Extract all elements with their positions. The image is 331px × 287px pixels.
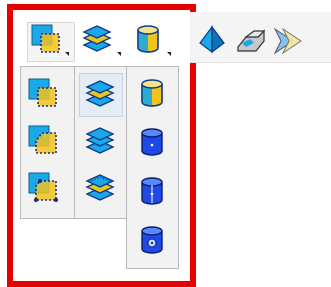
stepped-solid-icon[interactable]: [236, 25, 266, 55]
chevron-down-icon[interactable]: [167, 52, 171, 56]
region-offset-icon: [31, 24, 61, 54]
layered-stack-icon[interactable]: [82, 24, 112, 54]
chevron-down-icon[interactable]: [117, 52, 121, 56]
arrow-shape-icon[interactable]: [273, 25, 303, 55]
cylinder-face-icon[interactable]: [133, 24, 163, 54]
layered-stack-outline-icon[interactable]: [85, 173, 115, 203]
layered-stack-icon[interactable]: [85, 79, 115, 109]
region-corner-icon[interactable]: [28, 172, 58, 202]
cylinder-axis-icon[interactable]: [137, 176, 167, 206]
cylinder-end-icon[interactable]: [137, 225, 167, 255]
chevron-down-icon[interactable]: [65, 52, 69, 56]
region-chamfer-icon[interactable]: [28, 125, 58, 155]
cylinder-solid-icon[interactable]: [137, 127, 167, 157]
pyramid-solid-icon[interactable]: [197, 25, 227, 55]
cylinder-face-icon[interactable]: [137, 78, 167, 108]
region-offset-icon[interactable]: [28, 78, 58, 108]
layered-stack-icon[interactable]: [85, 126, 115, 156]
